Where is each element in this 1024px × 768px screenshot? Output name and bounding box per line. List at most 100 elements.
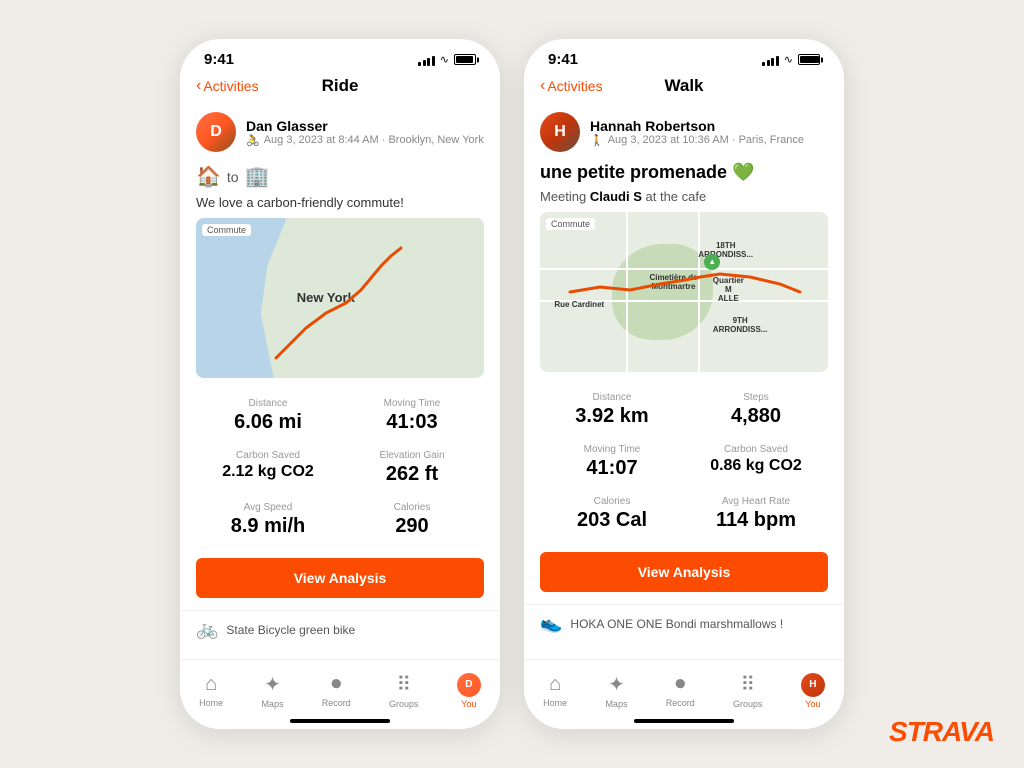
stat-label-1-1: Moving Time <box>344 398 480 409</box>
record-icon-2: ⏺ <box>675 673 685 696</box>
header-1: ‹ Activities Ride <box>180 72 500 104</box>
stat-cell-1-3: Elevation Gain 262 ft <box>340 442 484 494</box>
stat-label-1-4: Avg Speed <box>200 502 336 513</box>
wifi-icon-2: ∿ <box>784 53 793 66</box>
stat-label-1-3: Elevation Gain <box>344 450 480 461</box>
nav-you-2[interactable]: H You <box>793 669 833 713</box>
user-name-2: Hannah Robertson <box>590 118 804 134</box>
back-label-1: Activities <box>203 78 258 94</box>
phone-walk: 9:41 ∿ ‹ Activities Walk <box>524 39 844 729</box>
subtitle-post-2: at the cafe <box>642 189 706 204</box>
nav-home-label-2: Home <box>543 698 567 708</box>
groups-icon-1: ⠿ <box>396 672 411 697</box>
stat-value-2-3: 0.86 kg CO2 <box>688 457 824 475</box>
stat-cell-1-4: Avg Speed 8.9 mi/h <box>196 494 340 546</box>
activity-title-2: une petite promenade 💚 <box>524 160 844 187</box>
map-bg-1: Commute New York <box>196 218 484 378</box>
avatar-img-1: D <box>196 112 236 152</box>
back-chevron-1: ‹ <box>196 78 201 94</box>
stat-label-1-2: Carbon Saved <box>200 450 336 461</box>
back-button-2[interactable]: ‹ Activities <box>540 78 603 94</box>
stat-label-2-1: Steps <box>688 392 824 403</box>
nav-you-1[interactable]: D You <box>449 669 489 713</box>
subtitle-pre-2: Meeting <box>540 189 590 204</box>
maps-icon-1: ✦ <box>264 672 281 697</box>
bottom-nav-2: ⌂ Home ✦ Maps ⏺ Record ⠿ Groups H You <box>524 659 844 713</box>
nav-record-label-1: Record <box>322 698 351 708</box>
nav-record-1[interactable]: ⏺ Record <box>314 669 359 712</box>
status-time-2: 9:41 <box>548 51 578 68</box>
emoji-office: 🏢 <box>245 164 270 189</box>
header-2: ‹ Activities Walk <box>524 72 844 104</box>
route-svg-2 <box>540 212 828 372</box>
nav-groups-1[interactable]: ⠿ Groups <box>381 668 427 713</box>
stat-value-2-5: 114 bpm <box>688 509 824 532</box>
nav-maps-2[interactable]: ✦ Maps <box>597 668 635 713</box>
back-button-1[interactable]: ‹ Activities <box>196 78 259 94</box>
stat-cell-1-5: Calories 290 <box>340 494 484 546</box>
map-container-2: Commute 18THARRONDISS... 9THARRONDISS...… <box>540 212 828 372</box>
user-info-2: Hannah Robertson 🚶 Aug 3, 2023 at 10:36 … <box>590 118 804 147</box>
back-label-2: Activities <box>547 78 602 94</box>
groups-icon-2: ⠿ <box>740 672 755 697</box>
stat-cell-2-2: Moving Time 41:07 <box>540 436 684 488</box>
view-analysis-button-2[interactable]: View Analysis <box>540 552 828 592</box>
stat-value-1-4: 8.9 mi/h <box>200 515 336 538</box>
nav-maps-label-2: Maps <box>605 699 627 709</box>
nav-home-2[interactable]: ⌂ Home <box>535 669 575 712</box>
page-title-1: Ride <box>322 76 359 96</box>
record-icon-1: ⏺ <box>331 673 341 696</box>
nav-record-label-2: Record <box>666 698 695 708</box>
strava-logo: STRAVA <box>889 716 994 748</box>
page-title-2: Walk <box>664 76 703 96</box>
nav-maps-1[interactable]: ✦ Maps <box>253 668 291 713</box>
stat-value-1-0: 6.06 mi <box>200 411 336 434</box>
stat-value-1-1: 41:03 <box>344 411 480 434</box>
user-meta-2: 🚶 Aug 3, 2023 at 10:36 AM · Paris, Franc… <box>590 134 804 147</box>
stat-cell-2-3: Carbon Saved 0.86 kg CO2 <box>684 436 828 488</box>
signal-icon-2 <box>762 54 779 66</box>
status-icons-2: ∿ <box>762 53 820 66</box>
map-container-1: Commute New York <box>196 218 484 378</box>
user-info-1: Dan Glasser 🚴 Aug 3, 2023 at 8:44 AM · B… <box>246 118 484 147</box>
nav-record-2[interactable]: ⏺ Record <box>658 669 703 712</box>
nav-groups-2[interactable]: ⠿ Groups <box>725 668 771 713</box>
gear-label-1: State Bicycle green bike <box>226 623 355 637</box>
stats-grid-2: Distance 3.92 km Steps 4,880 Moving Time… <box>524 372 844 540</box>
subtitle-bold-2: Claudi S <box>590 189 642 204</box>
activity-desc-1: We love a carbon-friendly commute! <box>180 193 500 218</box>
nav-you-label-1: You <box>461 699 476 709</box>
stats-grid-1: Distance 6.06 mi Moving Time 41:03 Carbo… <box>180 378 500 546</box>
stat-value-1-2: 2.12 kg CO2 <box>200 463 336 481</box>
page-container: 9:41 ∿ ‹ Activities Ride <box>0 0 1024 768</box>
stat-label-2-3: Carbon Saved <box>688 444 824 455</box>
avatar-1: D <box>196 112 236 152</box>
user-row-1: D Dan Glasser 🚴 Aug 3, 2023 at 8:44 AM ·… <box>180 104 500 160</box>
bike-icon-1: 🚴 <box>246 134 260 147</box>
phone-content-2[interactable]: H Hannah Robertson 🚶 Aug 3, 2023 at 10:3… <box>524 104 844 659</box>
stat-cell-2-4: Calories 203 Cal <box>540 488 684 540</box>
view-analysis-button-1[interactable]: View Analysis <box>196 558 484 598</box>
nav-you-label-2: You <box>805 699 820 709</box>
status-icons-1: ∿ <box>418 53 476 66</box>
user-name-1: Dan Glasser <box>246 118 484 134</box>
emoji-home: 🏠 <box>196 164 221 189</box>
activity-emojis-1: 🏠 to 🏢 <box>180 160 500 193</box>
nav-home-1[interactable]: ⌂ Home <box>191 669 231 712</box>
maps-icon-2: ✦ <box>608 672 625 697</box>
stat-label-1-0: Distance <box>200 398 336 409</box>
route-svg-1 <box>196 218 484 378</box>
stat-value-2-2: 41:07 <box>544 457 680 480</box>
phone-ride: 9:41 ∿ ‹ Activities Ride <box>180 39 500 729</box>
status-time-1: 9:41 <box>204 51 234 68</box>
gear-label-2: HOKA ONE ONE Bondi marshmallows ! <box>570 617 783 631</box>
map-bg-2: Commute 18THARRONDISS... 9THARRONDISS...… <box>540 212 828 372</box>
phone-content-1[interactable]: D Dan Glasser 🚴 Aug 3, 2023 at 8:44 AM ·… <box>180 104 500 659</box>
nav-groups-label-1: Groups <box>389 699 419 709</box>
back-chevron-2: ‹ <box>540 78 545 94</box>
walk-icon-2: 🚶 <box>590 134 604 147</box>
stat-value-1-5: 290 <box>344 515 480 538</box>
home-icon-2: ⌂ <box>549 673 561 696</box>
stat-label-2-0: Distance <box>544 392 680 403</box>
stat-cell-2-0: Distance 3.92 km <box>540 384 684 436</box>
